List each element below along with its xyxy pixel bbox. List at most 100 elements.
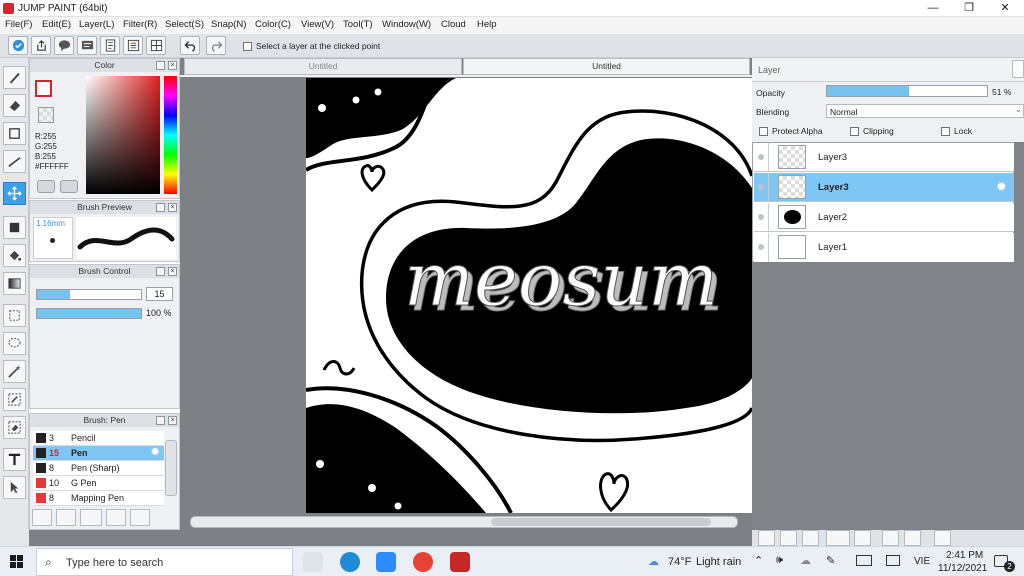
- cloud-icon[interactable]: ☁: [800, 554, 811, 567]
- add-layer-dropdown-button[interactable]: [826, 530, 850, 546]
- panel-scroll-button[interactable]: [1012, 60, 1024, 78]
- windows-start-icon[interactable]: [10, 555, 24, 569]
- tool-select-rect[interactable]: [3, 304, 26, 327]
- pen-icon[interactable]: ✎: [826, 554, 835, 567]
- copy-brush-button[interactable]: [106, 509, 126, 526]
- copy-layer-button[interactable]: [802, 530, 819, 546]
- menu-view[interactable]: View(V): [301, 19, 334, 30]
- message-button[interactable]: [77, 36, 97, 55]
- tab-untitled-1[interactable]: Untitled: [184, 58, 462, 75]
- language-indicator[interactable]: VIE: [914, 556, 930, 567]
- list-button[interactable]: [123, 36, 143, 55]
- taskbar-search-box[interactable]: ⌕ Type here to search: [36, 548, 293, 576]
- panel-float-icon[interactable]: [156, 203, 165, 212]
- scrollbar-thumb[interactable]: [491, 518, 711, 526]
- close-button[interactable]: ✕: [994, 1, 1016, 15]
- brush-item-pen[interactable]: 15 Pen ✹: [33, 446, 164, 461]
- visibility-eye-icon[interactable]: [754, 143, 769, 172]
- cloud-sync-button[interactable]: [8, 36, 28, 55]
- tool-eraser[interactable]: [3, 94, 26, 117]
- layer-folder-button[interactable]: [854, 530, 871, 546]
- eyedropper-button[interactable]: [60, 180, 78, 193]
- tool-brush[interactable]: [3, 66, 26, 89]
- transparent-color-swatch[interactable]: [38, 107, 54, 123]
- hue-slider[interactable]: [164, 76, 177, 194]
- task-view-icon[interactable]: [303, 552, 323, 572]
- visibility-eye-icon[interactable]: [754, 203, 769, 232]
- brush-menu-button[interactable]: [80, 509, 102, 526]
- clipping-checkbox[interactable]: [850, 127, 859, 136]
- restore-button[interactable]: ❐: [958, 1, 980, 15]
- clock-date[interactable]: 11/12/2021: [938, 563, 987, 574]
- menu-filter[interactable]: Filter(R): [123, 19, 157, 30]
- panel-close-icon[interactable]: ×: [168, 61, 177, 70]
- panel-close-icon[interactable]: ×: [168, 203, 177, 212]
- color-mode-button[interactable]: [37, 180, 55, 193]
- chrome-icon[interactable]: [413, 552, 433, 572]
- brush-list-scrollbar[interactable]: [165, 440, 177, 496]
- redo-button[interactable]: [206, 36, 226, 55]
- visibility-eye-icon[interactable]: [754, 233, 769, 262]
- gear-icon[interactable]: ✹: [151, 447, 159, 458]
- tool-fill-rect[interactable]: [3, 216, 26, 239]
- tool-bucket[interactable]: [3, 244, 26, 267]
- menu-layer[interactable]: Layer(L): [79, 19, 114, 30]
- chevron-up-icon[interactable]: ⌃: [754, 554, 763, 567]
- speaker-icon[interactable]: 🕪: [776, 554, 783, 567]
- brush-settings-button[interactable]: [32, 509, 52, 526]
- foreground-color-swatch[interactable]: [35, 80, 52, 97]
- protect-alpha-checkbox[interactable]: [759, 127, 768, 136]
- clock-time[interactable]: 2:41 PM: [946, 550, 983, 561]
- tool-select-pen[interactable]: [3, 388, 26, 411]
- brush-opacity-slider[interactable]: [36, 308, 142, 319]
- keyboard-icon[interactable]: [856, 555, 872, 566]
- new-layer-button[interactable]: [758, 530, 775, 546]
- grid-button[interactable]: [146, 36, 166, 55]
- tool-lasso[interactable]: [3, 332, 26, 355]
- canvas-horizontal-scrollbar[interactable]: [190, 516, 738, 528]
- tool-magic-wand[interactable]: [3, 360, 26, 383]
- lock-checkbox[interactable]: [941, 127, 950, 136]
- menu-color[interactable]: Color(C): [255, 19, 291, 30]
- tab-untitled-2[interactable]: Untitled: [463, 58, 750, 75]
- share-button[interactable]: [31, 36, 51, 55]
- layer-row[interactable]: Layer1: [754, 233, 1014, 262]
- layer-row[interactable]: Layer2: [754, 203, 1014, 232]
- weather-description[interactable]: Light rain: [696, 556, 741, 568]
- menu-tool[interactable]: Tool(T): [343, 19, 373, 30]
- brush-folder-button[interactable]: [130, 509, 150, 526]
- brush-item-pen-sharp[interactable]: 8 Pen (Sharp): [33, 461, 164, 476]
- document-button[interactable]: [100, 36, 120, 55]
- blending-select[interactable]: Normal ⌄: [826, 104, 1024, 118]
- jump-paint-taskbar-icon[interactable]: [450, 552, 470, 572]
- select-layer-checkbox[interactable]: [243, 42, 252, 51]
- new-layer-menu-button[interactable]: [780, 530, 797, 546]
- tool-move[interactable]: [3, 182, 26, 205]
- panel-float-icon[interactable]: [156, 416, 165, 425]
- layer-row-selected[interactable]: Layer3 ✹: [754, 173, 1014, 202]
- edge-browser-icon[interactable]: [340, 552, 360, 572]
- zoom-icon[interactable]: [376, 552, 396, 572]
- display-icon[interactable]: [886, 555, 900, 566]
- trash-icon[interactable]: [934, 530, 951, 546]
- saturation-value-field[interactable]: [86, 76, 160, 194]
- panel-close-icon[interactable]: ×: [168, 267, 177, 276]
- minimize-button[interactable]: —: [922, 1, 944, 15]
- undo-button[interactable]: [180, 36, 200, 55]
- tool-rectangle-select[interactable]: [3, 122, 26, 145]
- merge-layer-button[interactable]: [904, 530, 921, 546]
- tool-select-eraser[interactable]: [3, 416, 26, 439]
- new-brush-button[interactable]: [56, 509, 76, 526]
- brush-size-slider[interactable]: [36, 289, 142, 300]
- menu-file[interactable]: File(F): [5, 19, 32, 30]
- menu-select[interactable]: Select(S): [165, 19, 204, 30]
- menu-cloud[interactable]: Cloud: [441, 19, 466, 30]
- artwork-canvas[interactable]: meosum meosum: [306, 78, 752, 513]
- layer-opacity-slider[interactable]: [826, 85, 988, 97]
- tool-text[interactable]: [3, 448, 26, 471]
- menu-window[interactable]: Window(W): [382, 19, 431, 30]
- tool-operation[interactable]: [3, 476, 26, 499]
- menu-edit[interactable]: Edit(E): [42, 19, 71, 30]
- comment-button[interactable]: [54, 36, 74, 55]
- panel-close-icon[interactable]: ×: [168, 416, 177, 425]
